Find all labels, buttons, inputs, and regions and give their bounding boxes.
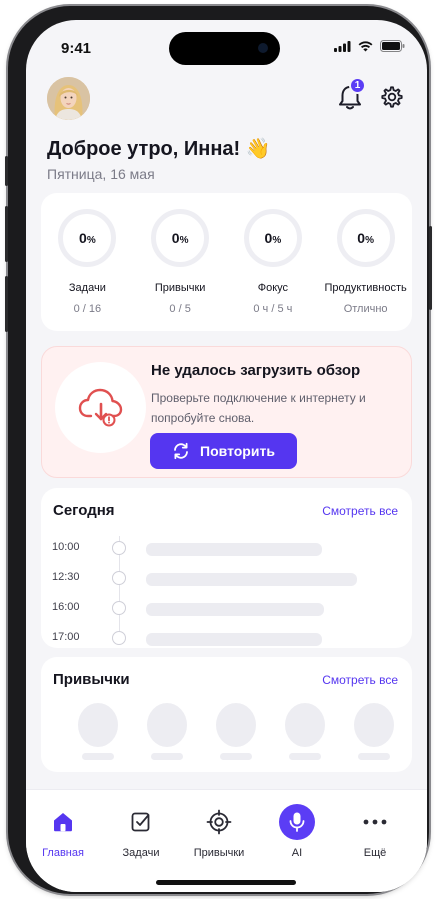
- volume-up-button: [5, 206, 8, 262]
- habit-skeleton-bar: [220, 753, 252, 760]
- habit-skeleton-circle: [78, 703, 118, 747]
- stat-detail: 0 / 16: [73, 303, 102, 315]
- timeline-dot: [112, 541, 126, 555]
- notification-badge: 1: [349, 77, 366, 94]
- habits-card: Привычки Смотреть все: [41, 657, 412, 772]
- today-card: Сегодня Смотреть все 10:00 12:30 16:00 1…: [41, 488, 412, 648]
- battery-icon: [380, 40, 405, 52]
- stat-focus[interactable]: 0% Фокус 0 ч / 5 ч: [227, 193, 320, 331]
- habit-skeleton-bar: [151, 753, 183, 760]
- signal-icon: [334, 40, 351, 52]
- stat-tasks[interactable]: 0% Задачи 0 / 16: [41, 193, 134, 331]
- timeline-row[interactable]: 10:00: [41, 538, 412, 558]
- progress-ring: 0%: [336, 209, 395, 267]
- habit-skeleton-bar: [289, 753, 321, 760]
- stat-value: 0: [171, 230, 180, 246]
- progress-ring: 0%: [58, 209, 117, 267]
- greeting-title: Доброе утро, Инна! 👋: [47, 138, 271, 160]
- timeline-time: 12:30: [52, 571, 80, 583]
- home-icon: [54, 813, 72, 832]
- more-icon: [363, 819, 387, 825]
- habit-skeleton-bar: [82, 753, 114, 760]
- habit-skeleton-circle: [216, 703, 256, 747]
- habit-skeleton-circle: [285, 703, 325, 747]
- tab-habits[interactable]: Привычки: [184, 804, 254, 859]
- timeline-time: 10:00: [52, 541, 80, 553]
- retry-label: Повторить: [200, 443, 275, 459]
- skeleton-bar: [146, 573, 357, 586]
- progress-ring: 0%: [243, 209, 302, 267]
- timeline-dot: [112, 571, 126, 585]
- tab-home[interactable]: Главная: [28, 804, 98, 859]
- tab-more[interactable]: Ещё: [340, 804, 410, 859]
- tab-label: AI: [291, 847, 303, 859]
- home-indicator: [156, 880, 296, 885]
- status-time: 9:41: [61, 40, 92, 57]
- habit-skeleton-bar: [358, 753, 390, 760]
- wifi-icon: [358, 40, 373, 51]
- today-title: Сегодня: [53, 502, 115, 519]
- stat-label: Продуктивность: [324, 282, 407, 294]
- stat-unit: %: [179, 235, 189, 246]
- stat-label: Привычки: [154, 282, 206, 294]
- tab-label: Задачи: [122, 847, 160, 859]
- error-title: Не удалось загрузить обзор: [151, 362, 361, 379]
- error-card: Не удалось загрузить обзор Проверьте под…: [41, 346, 412, 478]
- stat-unit: %: [365, 235, 374, 246]
- timeline-row[interactable]: 12:30: [41, 568, 412, 588]
- progress-ring: 0%: [151, 209, 210, 267]
- ai-button: [279, 804, 315, 840]
- tab-label: Главная: [42, 847, 84, 859]
- stat-habits[interactable]: 0% Привычки 0 / 5: [134, 193, 227, 331]
- current-date: Пятница, 16 мая: [47, 166, 155, 182]
- target-icon: [206, 809, 232, 835]
- stat-productivity[interactable]: 0% Продуктивность Отлично: [319, 193, 412, 331]
- power-button: [429, 226, 432, 310]
- habits-see-all-link[interactable]: Смотреть все: [322, 673, 398, 687]
- stat-detail: Отлично: [343, 303, 388, 315]
- stat-label: Задачи: [68, 282, 106, 294]
- tasks-icon: [131, 812, 150, 832]
- retry-button[interactable]: Повторить: [150, 433, 297, 469]
- skeleton-bar: [146, 603, 324, 616]
- camera-icon: [258, 43, 268, 53]
- habit-skeleton-circle: [147, 703, 187, 747]
- timeline-time: 16:00: [52, 601, 80, 613]
- mute-switch: [5, 156, 8, 186]
- gear-icon[interactable]: [380, 85, 404, 109]
- tab-ai[interactable]: AI: [262, 804, 332, 859]
- timeline-row[interactable]: 16:00: [41, 598, 412, 618]
- tab-bar: Главная Задачи Привычки AI Ещё: [26, 789, 427, 892]
- mic-icon: [289, 812, 305, 832]
- skeleton-bar: [146, 633, 322, 646]
- stats-card: 0% Задачи 0 / 16 0% Привычки 0 / 5 0% Фо…: [41, 193, 412, 331]
- today-see-all-link[interactable]: Смотреть все: [322, 504, 398, 518]
- stat-unit: %: [272, 235, 282, 246]
- stat-value: 0: [79, 230, 87, 246]
- skeleton-bar: [146, 543, 322, 556]
- cloud-error-icon: [78, 388, 122, 426]
- dynamic-island: [169, 32, 280, 65]
- refresh-icon: [174, 442, 188, 460]
- timeline-time: 17:00: [52, 631, 80, 643]
- stat-detail: 0 / 5: [169, 303, 191, 315]
- status-icons: [334, 40, 405, 52]
- stat-unit: %: [86, 235, 96, 246]
- stat-detail: 0 ч / 5 ч: [253, 303, 293, 315]
- tab-tasks[interactable]: Задачи: [106, 804, 176, 859]
- timeline-dot: [112, 631, 126, 645]
- screen: 9:41 1 Доброе утро, Инна! 👋 Пятница, 16 …: [26, 20, 427, 892]
- tab-label: Ещё: [363, 847, 387, 859]
- volume-down-button: [5, 276, 8, 332]
- timeline-row[interactable]: 17:00: [41, 628, 412, 648]
- habits-title: Привычки: [53, 671, 130, 688]
- timeline-dot: [112, 601, 126, 615]
- tab-label: Привычки: [193, 847, 245, 859]
- avatar[interactable]: [47, 77, 90, 120]
- error-message: Проверьте подключение к интернету и попр…: [151, 391, 366, 425]
- stat-label: Фокус: [257, 282, 289, 294]
- habit-skeleton-circle: [354, 703, 394, 747]
- stat-value: 0: [357, 230, 366, 246]
- error-icon-circle: [55, 362, 146, 453]
